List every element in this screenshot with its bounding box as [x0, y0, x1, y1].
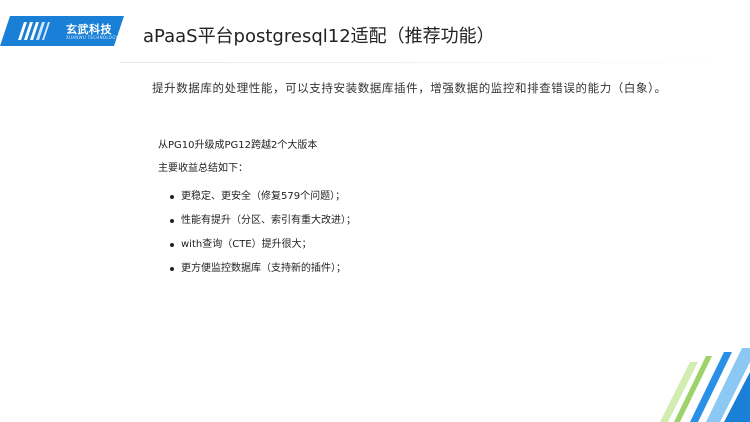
bullet-dot-icon	[170, 195, 174, 199]
list-item: 更方便监控数据库（支持新的插件）；	[170, 257, 356, 281]
logo-subtext: XUANWU TECHNOLOGY	[66, 35, 119, 40]
list-item: 性能有提升（分区、索引有重大改进）；	[170, 209, 356, 233]
list-item-text: 更方便监控数据库（支持新的插件）；	[181, 263, 346, 274]
company-logo-banner: 玄武科技 XUANWU TECHNOLOGY	[0, 16, 124, 46]
page-subtitle: 提升数据库的处理性能，可以支持安装数据库插件，增强数据的监控和排查错误的能力（白…	[152, 81, 667, 95]
intro-line-upgrade: 从PG10升级成PG12跨越2个大版本	[158, 140, 318, 151]
corner-stripes-icon	[660, 348, 750, 422]
benefit-list: 更稳定、更安全（修复579个问题）； 性能有提升（分区、索引有重大改进）； wi…	[170, 185, 356, 281]
xw-logo-icon	[16, 22, 50, 40]
intro-block: 从PG10升级成PG12跨越2个大版本 主要收益总结如下：	[158, 134, 317, 180]
page-title: aPaaS平台postgresql12适配（推荐功能）	[143, 26, 495, 47]
list-item: with查询（CTE）提升很大；	[170, 233, 356, 257]
list-item-text: 更稳定、更安全（修复579个问题）；	[181, 191, 346, 202]
bullet-dot-icon	[170, 267, 174, 271]
list-item: 更稳定、更安全（修复579个问题）；	[170, 185, 356, 209]
list-item-text: 性能有提升（分区、索引有重大改进）；	[181, 215, 356, 226]
bullet-dot-icon	[170, 243, 174, 247]
header-divider	[120, 62, 750, 63]
list-item-text: with查询（CTE）提升很大；	[181, 239, 312, 250]
intro-line-summary: 主要收益总结如下：	[158, 163, 248, 174]
bullet-dot-icon	[170, 219, 174, 223]
